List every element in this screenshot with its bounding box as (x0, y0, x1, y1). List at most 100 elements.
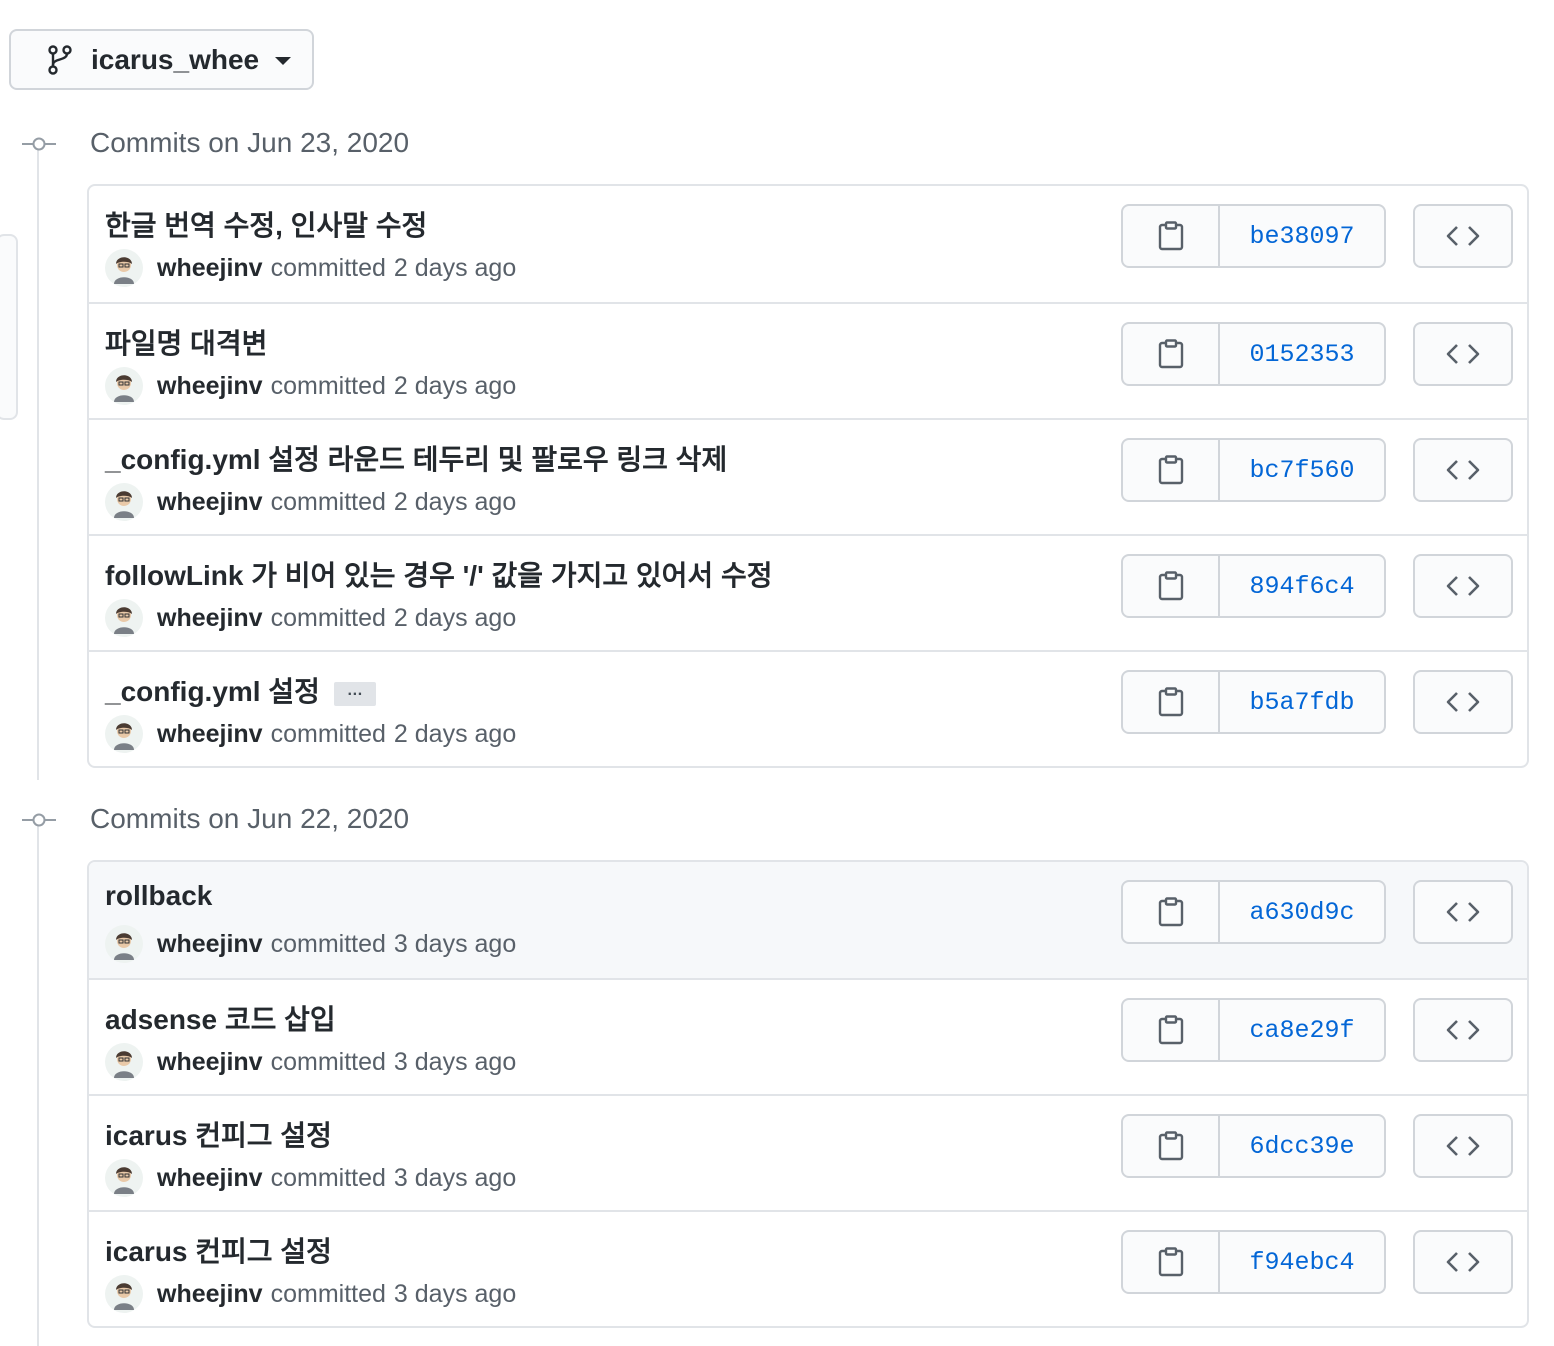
branch-selector-button[interactable]: icarus_whee (9, 29, 314, 90)
copy-sha-button[interactable] (1123, 1232, 1220, 1292)
user-avatar[interactable] (105, 249, 143, 287)
browse-repo-button[interactable] (1413, 1230, 1513, 1294)
clipboard-icon (1158, 571, 1183, 601)
commit-sha-link[interactable]: bc7f560 (1220, 440, 1384, 500)
commit-sha-group: 0152353 (1121, 322, 1386, 386)
commit-message-link[interactable]: followLink 가 비어 있는 경우 '/' 값을 가지고 있어서 수정 (105, 554, 772, 594)
commit-sha-group: 894f6c4 (1121, 554, 1386, 618)
commit-group-title: Commits on Jun 23, 2020 (90, 127, 410, 158)
commit-row: icarus 컨피그 설정 wheejinv committed 3 days … (89, 1210, 1527, 1326)
browse-repo-button[interactable] (1413, 1114, 1513, 1178)
commit-message-link[interactable]: icarus 컨피그 설정 (105, 1114, 332, 1154)
commit-meta: wheejinv committed 2 days ago (105, 714, 516, 754)
commit-list: 한글 번역 수정, 인사말 수정 wheejinv committed 2 da… (87, 184, 1529, 768)
committed-label: committed (270, 929, 386, 958)
commit-row: adsense 코드 삽입 wheejinv committed 3 days … (89, 978, 1527, 1094)
committed-label: committed (270, 1047, 386, 1076)
commit-message-link[interactable]: adsense 코드 삽입 (105, 998, 336, 1038)
commit-author-link[interactable]: wheejinv (157, 1048, 263, 1077)
relative-time: 3 days ago (393, 1047, 517, 1076)
user-avatar[interactable] (105, 367, 143, 405)
commit-message-link[interactable]: _config.yml 설정 라운드 테두리 및 팔로우 링크 삭제 (105, 438, 727, 478)
commit-author-link[interactable]: wheejinv (157, 930, 263, 959)
commit-sha-group: 6dcc39e (1121, 1114, 1386, 1178)
user-avatar[interactable] (105, 599, 143, 637)
commit-row: rollback wheejinv committed 3 days ago a… (89, 862, 1527, 978)
copy-sha-button[interactable] (1123, 324, 1220, 384)
sidebar-edge (0, 234, 18, 420)
relative-time: 2 days ago (393, 603, 517, 632)
commit-meta: wheejinv committed 2 days ago (105, 598, 516, 638)
commit-sha-group: ca8e29f (1121, 998, 1386, 1062)
expand-message-button[interactable]: … (333, 681, 376, 706)
copy-sha-button[interactable] (1123, 1116, 1220, 1176)
commit-sha-link[interactable]: 6dcc39e (1220, 1116, 1384, 1176)
code-icon (1446, 344, 1480, 364)
commit-meta: wheejinv committed 2 days ago (105, 482, 516, 522)
commit-sha-link[interactable]: 0152353 (1220, 324, 1384, 384)
browse-repo-button[interactable] (1413, 998, 1513, 1062)
commit-message-row: _config.yml 설정 … (105, 670, 376, 710)
commit-message-link[interactable]: rollback (105, 880, 212, 912)
code-icon (1446, 576, 1480, 596)
commit-meta: wheejinv committed 3 days ago (105, 1158, 516, 1198)
user-avatar[interactable] (105, 1159, 143, 1197)
commit-sha-link[interactable]: be38097 (1220, 206, 1384, 266)
commit-author-link[interactable]: wheejinv (157, 720, 263, 749)
user-avatar[interactable] (105, 925, 143, 963)
copy-sha-button[interactable] (1123, 440, 1220, 500)
commit-author-link[interactable]: wheejinv (157, 1280, 263, 1309)
copy-sha-button[interactable] (1123, 1000, 1220, 1060)
clipboard-icon (1158, 1247, 1183, 1277)
commit-sha-link[interactable]: f94ebc4 (1220, 1232, 1384, 1292)
commit-message-link[interactable]: _config.yml 설정 (105, 676, 320, 707)
user-avatar[interactable] (105, 483, 143, 521)
commit-message-link[interactable]: 파일명 대격변 (105, 322, 267, 362)
relative-time: 3 days ago (393, 1163, 517, 1192)
commit-author-link[interactable]: wheejinv (157, 488, 263, 517)
commit-sha-group: f94ebc4 (1121, 1230, 1386, 1294)
relative-time: 2 days ago (393, 487, 517, 516)
copy-sha-button[interactable] (1123, 882, 1220, 942)
commit-meta: wheejinv committed 2 days ago (105, 366, 516, 406)
commit-sha-group: a630d9c (1121, 880, 1386, 944)
browse-repo-button[interactable] (1413, 322, 1513, 386)
committed-label: committed (270, 1163, 386, 1192)
browse-repo-button[interactable] (1413, 204, 1513, 268)
commit-author-link[interactable]: wheejinv (157, 372, 263, 401)
committed-label: committed (270, 487, 386, 516)
browse-repo-button[interactable] (1413, 670, 1513, 734)
git-commit-icon (22, 813, 56, 827)
commit-sha-link[interactable]: ca8e29f (1220, 1000, 1384, 1060)
commit-author-link[interactable]: wheejinv (157, 604, 263, 633)
browse-repo-button[interactable] (1413, 554, 1513, 618)
copy-sha-button[interactable] (1123, 672, 1220, 732)
code-icon (1446, 1252, 1480, 1272)
copy-sha-button[interactable] (1123, 206, 1220, 266)
commit-group-title: Commits on Jun 22, 2020 (90, 803, 410, 834)
commit-sha-group: bc7f560 (1121, 438, 1386, 502)
commit-sha-link[interactable]: b5a7fdb (1220, 672, 1384, 732)
commit-author-link[interactable]: wheejinv (157, 1164, 263, 1193)
commit-row: _config.yml 설정 라운드 테두리 및 팔로우 링크 삭제 wheej… (89, 418, 1527, 534)
timeline-line (37, 150, 39, 780)
copy-sha-button[interactable] (1123, 556, 1220, 616)
browse-repo-button[interactable] (1413, 880, 1513, 944)
commit-message-link[interactable]: icarus 컨피그 설정 (105, 1230, 332, 1270)
code-icon (1446, 692, 1480, 712)
commit-message-link[interactable]: 한글 번역 수정, 인사말 수정 (105, 204, 427, 244)
commit-row: followLink 가 비어 있는 경우 '/' 값을 가지고 있어서 수정 … (89, 534, 1527, 650)
committed-label: committed (270, 603, 386, 632)
commit-sha-link[interactable]: a630d9c (1220, 882, 1384, 942)
user-avatar[interactable] (105, 715, 143, 753)
caret-down-icon (275, 57, 292, 65)
user-avatar[interactable] (105, 1275, 143, 1313)
commit-row: _config.yml 설정 … wheejinv committed 2 day… (89, 650, 1527, 766)
relative-time: 2 days ago (393, 719, 517, 748)
commit-meta: wheejinv committed 3 days ago (105, 1042, 516, 1082)
user-avatar[interactable] (105, 1043, 143, 1081)
committed-label: committed (270, 371, 386, 400)
commit-sha-link[interactable]: 894f6c4 (1220, 556, 1384, 616)
commit-author-link[interactable]: wheejinv (157, 254, 263, 283)
browse-repo-button[interactable] (1413, 438, 1513, 502)
